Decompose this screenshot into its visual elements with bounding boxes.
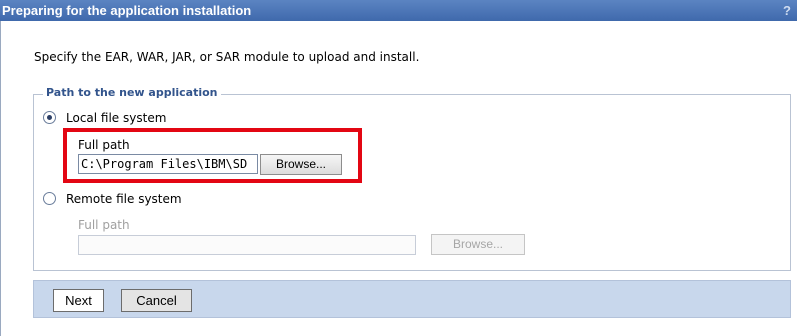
dialog-titlebar: Preparing for the application installati…: [0, 0, 797, 21]
next-button[interactable]: Next: [53, 289, 104, 312]
highlight-annotation: [63, 128, 362, 183]
local-file-system-radio[interactable]: [43, 111, 56, 124]
remote-full-path-label: Full path: [78, 218, 130, 232]
help-icon[interactable]: ?: [783, 0, 791, 21]
remote-file-system-label[interactable]: Remote file system: [66, 192, 182, 206]
remote-full-path-input[interactable]: [78, 235, 416, 255]
local-file-system-label[interactable]: Local file system: [66, 111, 166, 125]
dialog-title: Preparing for the application installati…: [2, 3, 252, 18]
remote-file-system-radio[interactable]: [43, 192, 56, 205]
remote-browse-button[interactable]: Browse...: [431, 234, 525, 255]
groupbox-legend: Path to the new application: [43, 86, 221, 99]
instruction-text: Specify the EAR, WAR, JAR, or SAR module…: [34, 50, 420, 64]
cancel-button[interactable]: Cancel: [121, 289, 192, 312]
